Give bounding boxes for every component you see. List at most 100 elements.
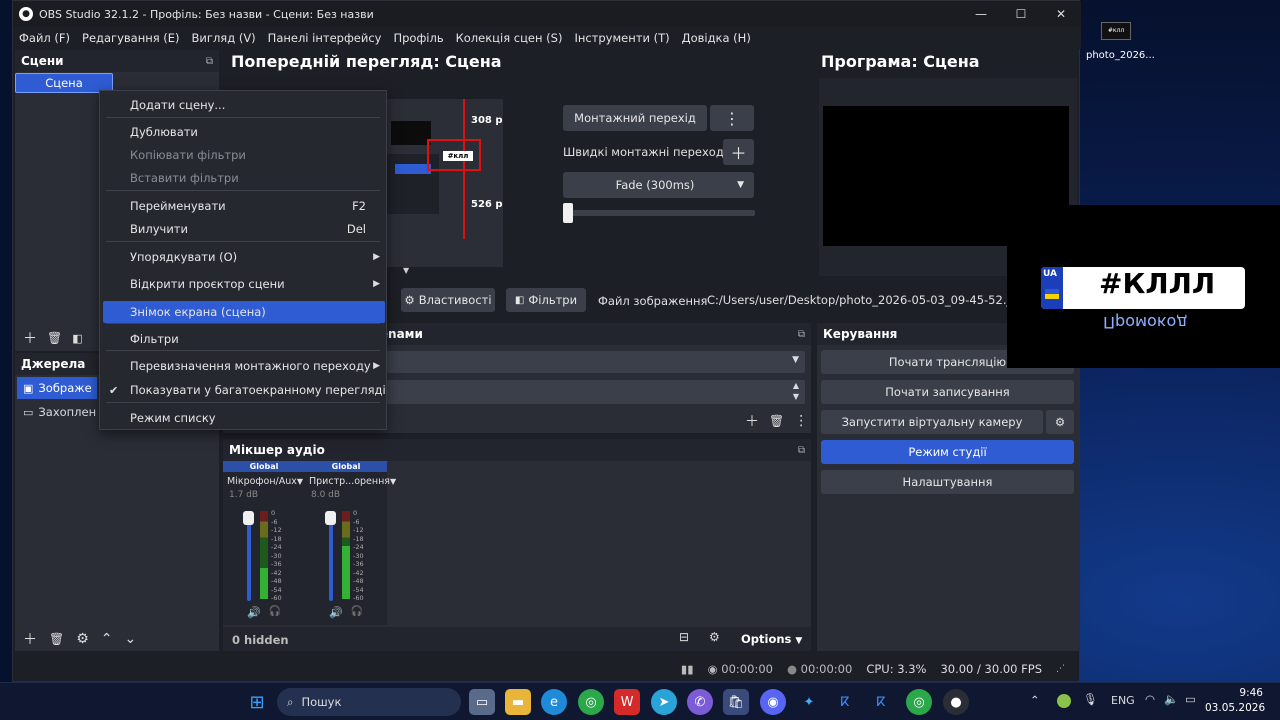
add-transition-icon[interactable]: ＋: [745, 411, 759, 431]
virtual-camera-gear-icon[interactable]: ⚙: [1046, 410, 1074, 434]
transition-slider-handle[interactable]: [563, 203, 573, 223]
channel-name-select[interactable]: Мікрофон/Aux ▼: [223, 472, 305, 490]
context-menu-item[interactable]: Фільтри: [100, 328, 386, 350]
volume-icon[interactable]: 🔊: [329, 606, 343, 619]
source-item-image[interactable]: ▣ Зображе: [17, 377, 97, 399]
image-file-path[interactable]: C:/Users/user/Desktop/photo_2026-05-03_0…: [707, 293, 1024, 307]
menu-item[interactable]: Профіль: [387, 31, 449, 45]
volume-icon[interactable]: 🔊: [247, 606, 261, 619]
menu-item-label: Режим списку: [130, 411, 216, 425]
transition-more-icon[interactable]: ⋮: [710, 105, 754, 131]
clock-date[interactable]: 03.05.2026: [1205, 702, 1265, 714]
telegram-icon[interactable]: ➤: [651, 689, 677, 715]
app-blue2-icon[interactable]: ⴽ: [868, 689, 894, 715]
start-recording-button[interactable]: Почати записування: [821, 380, 1074, 404]
viber-icon[interactable]: ✆: [687, 689, 713, 715]
context-menu-item[interactable]: Упорядкувати (O) ▶: [100, 246, 386, 268]
resize-grip-icon[interactable]: ⋰: [1056, 664, 1065, 674]
context-menu-item[interactable]: Показувати у багатоекранному перегляді ✔: [100, 379, 386, 401]
studio-mode-button[interactable]: Режим студії: [821, 440, 1074, 464]
battery-icon[interactable]: ▭: [1185, 692, 1196, 706]
remove-transition-icon[interactable]: 🗑: [769, 411, 784, 431]
source-properties-gear-icon[interactable]: ⚙: [76, 631, 89, 647]
menu-item[interactable]: Довідка (H): [676, 31, 757, 45]
spin-arrows-icon: ▲ ▼: [792, 381, 799, 401]
context-menu-item[interactable]: Знімок екрана (сцена): [103, 301, 385, 323]
volume-icon[interactable]: 🔈: [1164, 692, 1178, 706]
mixer-settings-icon[interactable]: ⚙: [709, 630, 720, 644]
stream-dot-icon: ◉: [707, 662, 718, 676]
transition-type-select[interactable]: ▼: [373, 351, 805, 373]
tray-chevron-icon[interactable]: ⌃: [1030, 693, 1040, 707]
settings-button[interactable]: Налаштування: [821, 470, 1074, 494]
task-view-icon[interactable]: ▭: [469, 689, 495, 715]
record-status: ● 00:00:00: [786, 662, 853, 676]
obs-taskbar-icon[interactable]: ●: [943, 689, 969, 715]
source-item-capture[interactable]: ▭ Захоплен: [17, 401, 97, 423]
add-source-icon[interactable]: ＋: [23, 629, 37, 649]
context-menu-item[interactable]: Перейменувати F2: [100, 195, 386, 217]
preview-canvas[interactable]: #клл 308 р 526 р: [373, 99, 503, 267]
duration-spinbox[interactable]: ▲ ▼: [373, 380, 805, 404]
chrome-icon[interactable]: ◎: [578, 689, 604, 715]
level-meter-fill: [342, 546, 350, 599]
context-menu-item[interactable]: Перевизначення монтажного переходу ▶: [100, 355, 386, 377]
menu-item[interactable]: Панелі інтерфейсу: [262, 31, 388, 45]
remove-scene-icon[interactable]: 🗑: [47, 331, 62, 345]
monitor-headphones-icon[interactable]: 🎧: [351, 606, 363, 619]
add-quick-transition-icon[interactable]: ＋: [723, 139, 754, 165]
menu-item[interactable]: Інструменти (T): [568, 31, 675, 45]
transition-menu-icon[interactable]: ⋮: [794, 411, 808, 431]
close-button[interactable]: ✕: [1041, 1, 1081, 27]
fader-handle[interactable]: [325, 511, 336, 525]
fader-handle[interactable]: [243, 511, 254, 525]
menu-item[interactable]: Редагування (E): [76, 31, 186, 45]
discord-icon[interactable]: ◉: [760, 689, 786, 715]
menu-item[interactable]: Вигляд (V): [186, 31, 262, 45]
minimize-button[interactable]: —: [961, 1, 1001, 27]
wifi-icon[interactable]: ◠: [1145, 692, 1155, 706]
context-menu-item[interactable]: Режим списку: [100, 407, 386, 429]
move-down-icon[interactable]: ⌄: [125, 631, 137, 647]
channel-db: 1.7 dB: [229, 490, 259, 500]
preview-dropdown-icon[interactable]: ▼: [403, 266, 409, 275]
search-placeholder: Пошук: [301, 695, 342, 709]
desktop-icon-photo[interactable]: #клл photo_2026...: [1086, 18, 1155, 66]
tray-app-icon[interactable]: [1057, 694, 1071, 708]
remove-source-icon[interactable]: 🗑: [49, 632, 64, 646]
start-virtual-camera-button[interactable]: Запустити віртуальну камеру: [821, 410, 1043, 434]
properties-button[interactable]: ⚙ Властивості: [401, 288, 495, 312]
windows-start-icon[interactable]: ⊞: [244, 689, 270, 715]
context-menu-item[interactable]: Дублювати: [100, 121, 386, 143]
menu-item[interactable]: Колекція сцен (S): [450, 31, 569, 45]
mixer-layout-icon[interactable]: ⊟: [679, 630, 689, 644]
wps-icon[interactable]: W: [614, 689, 640, 715]
mixer-options-button[interactable]: Options ▼: [741, 632, 802, 646]
window-title: OBS Studio 32.1.2 - Профіль: Без назви -…: [39, 7, 374, 21]
app-blue-icon[interactable]: ⴽ: [832, 689, 858, 715]
context-menu-item[interactable]: Вилучити Del: [100, 218, 386, 240]
store-icon[interactable]: 🛍: [723, 689, 749, 715]
menu-item[interactable]: Файл (F): [13, 31, 76, 45]
transition-slider[interactable]: [565, 210, 755, 216]
context-menu-item[interactable]: Додати сцену...: [100, 94, 386, 116]
channel-name-select[interactable]: Пристр...орення ▼: [305, 472, 396, 490]
microphone-icon[interactable]: 🎙: [1083, 692, 1098, 706]
studio-transition-button[interactable]: Монтажний перехід: [563, 105, 707, 131]
filters-button[interactable]: ◧ Фільтри: [506, 288, 586, 312]
display-capture-icon: ▭: [23, 405, 34, 419]
maximize-button[interactable]: ☐: [1001, 1, 1041, 27]
clock-time[interactable]: 9:46: [1217, 687, 1263, 699]
move-up-icon[interactable]: ⌃: [101, 631, 113, 647]
scene-filters-icon[interactable]: ◧: [72, 332, 82, 345]
monitor-headphones-icon[interactable]: 🎧: [269, 606, 281, 619]
taskbar-search[interactable]: ⌕ Пошук: [277, 688, 461, 716]
app-star-icon[interactable]: ✦: [796, 689, 822, 715]
edge-icon[interactable]: e: [541, 689, 567, 715]
context-menu-item[interactable]: Відкрити проєктор сцени ▶: [100, 273, 386, 295]
language-indicator[interactable]: ENG: [1111, 694, 1135, 707]
transition-select[interactable]: Fade (300ms) ▼: [563, 172, 754, 198]
add-scene-icon[interactable]: ＋: [23, 328, 37, 348]
file-explorer-icon[interactable]: ▬: [505, 689, 531, 715]
chrome2-icon[interactable]: ◎: [906, 689, 932, 715]
